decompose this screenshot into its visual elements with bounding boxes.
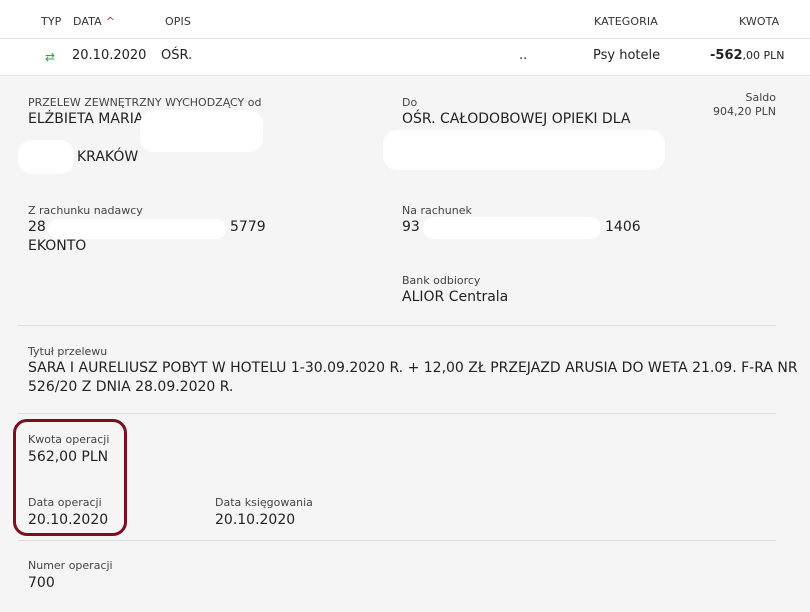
title-line-1: SARA I AURELIUSZ POBYT W HOTELU 1-30.09.… <box>28 360 798 376</box>
sender-label: PRZELEW ZEWNĘTRZNY WYCHODZĄCY od <box>28 96 262 109</box>
column-header-kwota[interactable]: KWOTA <box>739 15 779 28</box>
amount-integer: -562 <box>710 48 743 63</box>
from-account-name: EKONTO <box>28 238 87 254</box>
column-header-data[interactable]: DATA ^ <box>73 15 115 28</box>
divider <box>18 325 776 326</box>
saldo-value: 904,20 PLN <box>713 105 776 118</box>
column-header-kategoria[interactable]: KATEGORIA <box>594 15 658 28</box>
transaction-category[interactable]: Psy hotele <box>593 48 660 63</box>
column-header-typ[interactable]: TYP <box>41 15 61 28</box>
redacted-area <box>140 110 263 152</box>
transaction-amount: -562,00 PLN <box>710 48 785 63</box>
saldo-label: Saldo <box>745 91 777 104</box>
to-account-label: Na rachunek <box>402 204 472 217</box>
sender-city: KRAKÓW <box>77 149 139 165</box>
from-account-label: Z rachunku nadawcy <box>28 204 143 217</box>
recipient-name: OŚR. CAŁODOBOWEJ OPIEKI DLA <box>402 111 631 127</box>
table-header: TYP DATA ^ OPIS KATEGORIA KWOTA <box>0 0 810 39</box>
op-number-label: Numer operacji <box>28 559 113 572</box>
to-label: Do <box>402 96 418 109</box>
from-account-start: 28 <box>28 219 46 235</box>
divider <box>18 413 776 414</box>
to-account-end: 1406 <box>605 219 641 235</box>
book-date-value: 20.10.2020 <box>215 512 296 528</box>
divider <box>18 540 776 541</box>
column-header-data-label: DATA <box>73 15 102 28</box>
redacted-area <box>192 43 517 70</box>
column-header-opis[interactable]: OPIS <box>165 15 191 28</box>
sender-name: ELŻBIETA MARIA <box>28 111 144 127</box>
transaction-description-end: .. <box>519 48 528 63</box>
transaction-date: 20.10.2020 <box>72 48 147 63</box>
transfer-arrows-icon: ⇄ <box>45 50 56 64</box>
highlight-box <box>13 419 127 536</box>
title-line-2: 526/20 Z DNIA 28.09.2020 R. <box>28 379 234 395</box>
op-number-value: 700 <box>28 575 55 591</box>
redacted-area <box>383 130 665 170</box>
from-account-end: 5779 <box>230 219 266 235</box>
redacted-area <box>18 140 74 174</box>
transaction-row[interactable]: ⇄ 20.10.2020 OŚR. .. Psy hotele -562,00 … <box>0 39 810 76</box>
amount-decimal: ,00 PLN <box>742 49 785 62</box>
redacted-area <box>48 219 226 239</box>
redacted-area <box>423 217 601 239</box>
book-date-label: Data księgowania <box>215 496 313 509</box>
transaction-description-start: OŚR. <box>161 48 193 63</box>
bank-value: ALIOR Centrala <box>402 289 509 305</box>
bank-label: Bank odbiorcy <box>402 274 481 287</box>
sort-up-icon: ^ <box>105 15 116 28</box>
to-account-start: 93 <box>402 219 420 235</box>
title-label: Tytuł przelewu <box>28 345 108 358</box>
